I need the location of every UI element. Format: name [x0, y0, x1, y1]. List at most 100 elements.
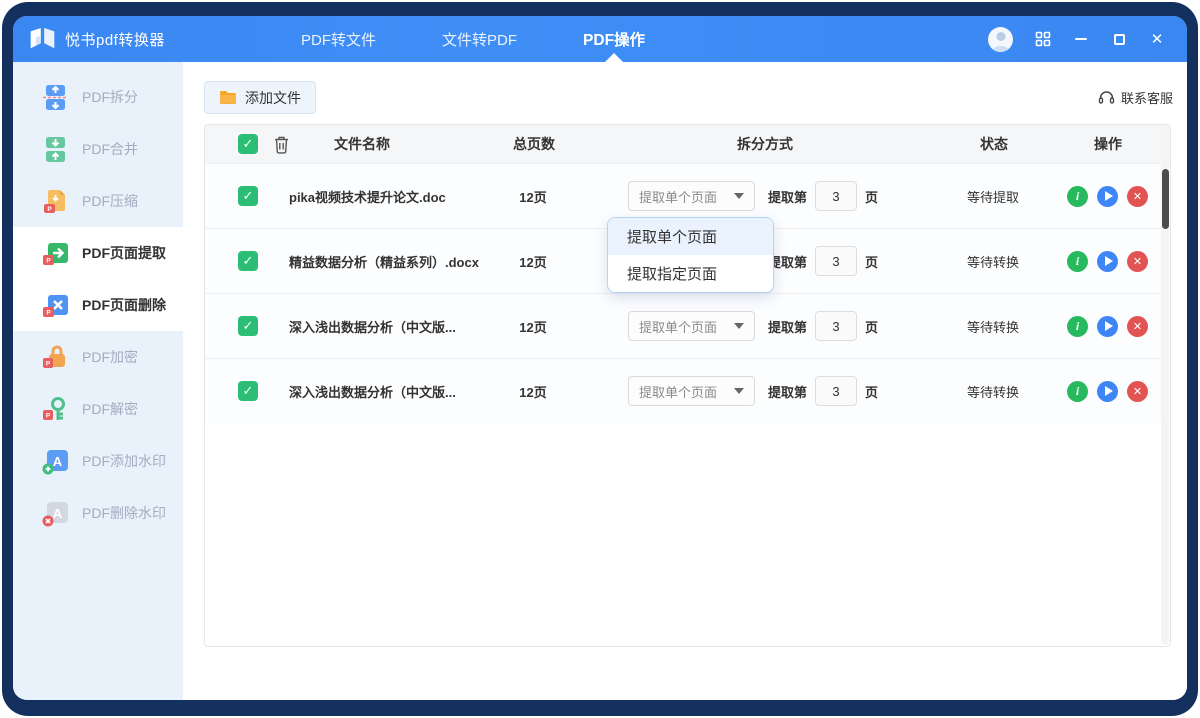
tab-pdf-operations[interactable]: PDF操作: [583, 16, 645, 62]
window-frame: 悦书pdf转换器 PDF转文件 文件转PDF PDF操作: [2, 2, 1198, 716]
minimize-button[interactable]: [1073, 31, 1089, 47]
pdf-encrypt-icon: P: [42, 344, 69, 371]
start-icon[interactable]: [1097, 251, 1118, 272]
sidebar-item-label: PDF合并: [82, 139, 138, 159]
split-method-value: 提取单个页面: [639, 382, 717, 401]
info-icon[interactable]: i: [1067, 186, 1088, 207]
sidebar-item-pdf-split[interactable]: PDF拆分: [13, 71, 183, 123]
remove-icon[interactable]: ✕: [1127, 251, 1148, 272]
close-button[interactable]: ✕: [1149, 31, 1165, 47]
info-icon[interactable]: i: [1067, 316, 1088, 337]
split-method-select[interactable]: 提取单个页面: [628, 311, 755, 341]
extract-prefix: 提取第: [768, 382, 807, 401]
header-file-name: 文件名称: [290, 134, 480, 154]
pdf-remove-watermark-icon: A: [42, 500, 69, 527]
sidebar-item-label: PDF添加水印: [82, 451, 166, 471]
split-method-select[interactable]: 提取单个页面: [628, 181, 755, 211]
minimize-icon: [1075, 38, 1087, 40]
app-body: PDF拆分 PDF合并: [13, 62, 1187, 700]
sidebar-item-label: PDF页面提取: [82, 243, 166, 263]
extract-page-input[interactable]: [815, 246, 857, 276]
scrollbar-thumb[interactable]: [1162, 169, 1169, 229]
file-table: ✓ 文件名称 总页数 拆分方式 状态: [204, 124, 1171, 647]
header-check-cell: ✓: [205, 134, 290, 154]
sidebar-item-label: PDF删除水印: [82, 503, 166, 523]
start-icon[interactable]: [1097, 381, 1118, 402]
extract-page-input[interactable]: [815, 181, 857, 211]
sidebar-item-pdf-add-watermark[interactable]: A PDF添加水印: [13, 435, 183, 487]
extract-suffix: 页: [865, 317, 878, 336]
add-file-button[interactable]: 添加文件: [204, 81, 316, 114]
split-method-value: 提取单个页面: [639, 317, 717, 336]
row-checkbox[interactable]: ✓: [238, 381, 258, 401]
info-icon[interactable]: i: [1067, 381, 1088, 402]
app-logo-icon: [29, 27, 56, 51]
tab-file-to-pdf[interactable]: 文件转PDF: [442, 16, 517, 62]
status-text: 等待转换: [941, 252, 1045, 271]
svg-text:P: P: [46, 257, 51, 264]
sidebar-item-pdf-merge[interactable]: PDF合并: [13, 123, 183, 175]
sidebar-item-pdf-page-delete[interactable]: P PDF页面删除: [13, 279, 183, 331]
avatar-head: [996, 32, 1005, 41]
total-pages: 12页: [479, 187, 587, 206]
chevron-down-icon: [734, 323, 744, 329]
sidebar-item-label: PDF拆分: [82, 87, 138, 107]
row-checkbox[interactable]: ✓: [238, 316, 258, 336]
header-split-method: 拆分方式: [588, 134, 942, 154]
extract-suffix: 页: [865, 382, 878, 401]
contact-support-label: 联系客服: [1121, 88, 1173, 107]
svg-text:P: P: [46, 309, 51, 316]
dropdown-option-specified-pages[interactable]: 提取指定页面: [608, 255, 773, 292]
avatar-body: [992, 46, 1009, 52]
header-total-pages: 总页数: [480, 134, 588, 154]
headset-icon: [1098, 90, 1115, 106]
total-pages: 12页: [479, 382, 587, 401]
tab-pdf-to-file[interactable]: PDF转文件: [301, 16, 376, 62]
info-icon[interactable]: i: [1067, 251, 1088, 272]
pdf-add-watermark-icon: A: [42, 448, 69, 475]
close-icon: ✕: [1151, 32, 1164, 47]
header-actions: 操作: [1046, 134, 1170, 154]
file-name: pika视频技术提升论文.doc: [289, 187, 479, 206]
remove-icon[interactable]: ✕: [1127, 381, 1148, 402]
titlebar-controls: ✕: [988, 27, 1187, 52]
sidebar-item-pdf-decrypt[interactable]: P PDF解密: [13, 383, 183, 435]
sidebar-item-pdf-encrypt[interactable]: P PDF加密: [13, 331, 183, 383]
sidebar-item-pdf-compress[interactable]: P PDF压缩: [13, 175, 183, 227]
svg-text:A: A: [53, 506, 63, 521]
sidebar-item-pdf-page-extract[interactable]: P PDF页面提取: [13, 227, 183, 279]
row-checkbox[interactable]: ✓: [238, 251, 258, 271]
delete-selected-icon[interactable]: [273, 135, 290, 154]
add-file-label: 添加文件: [245, 88, 301, 108]
header-status: 状态: [942, 134, 1046, 154]
split-method-dropdown: 提取单个页面 提取指定页面: [607, 217, 774, 293]
status-text: 等待提取: [941, 187, 1045, 206]
chevron-down-icon: [734, 193, 744, 199]
chevron-down-icon: [734, 388, 744, 394]
user-avatar[interactable]: [988, 27, 1013, 52]
extract-page-input[interactable]: [815, 376, 857, 406]
dropdown-option-single-page[interactable]: 提取单个页面: [608, 218, 773, 255]
contact-support-link[interactable]: 联系客服: [1098, 88, 1173, 107]
select-all-checkbox[interactable]: ✓: [238, 134, 258, 154]
brand: 悦书pdf转换器: [13, 27, 165, 51]
svg-text:P: P: [47, 206, 52, 213]
remove-icon[interactable]: ✕: [1127, 186, 1148, 207]
status-text: 等待转换: [941, 382, 1045, 401]
pdf-page-delete-icon: P: [42, 292, 69, 319]
maximize-button[interactable]: [1111, 31, 1127, 47]
split-method-select[interactable]: 提取单个页面: [628, 376, 755, 406]
start-icon[interactable]: [1097, 316, 1118, 337]
pdf-merge-icon: [42, 136, 69, 163]
remove-icon[interactable]: ✕: [1127, 316, 1148, 337]
sidebar-item-label: PDF压缩: [82, 191, 138, 211]
row-checkbox[interactable]: ✓: [238, 186, 258, 206]
apps-grid-icon[interactable]: [1035, 31, 1051, 47]
extract-prefix: 提取第: [768, 317, 807, 336]
start-icon[interactable]: [1097, 186, 1118, 207]
split-method-value: 提取单个页面: [639, 187, 717, 206]
sidebar-item-pdf-remove-watermark[interactable]: A PDF删除水印: [13, 487, 183, 539]
extract-page-input[interactable]: [815, 311, 857, 341]
file-name: 深入浅出数据分析（中文版...: [289, 317, 479, 336]
extract-suffix: 页: [865, 187, 878, 206]
